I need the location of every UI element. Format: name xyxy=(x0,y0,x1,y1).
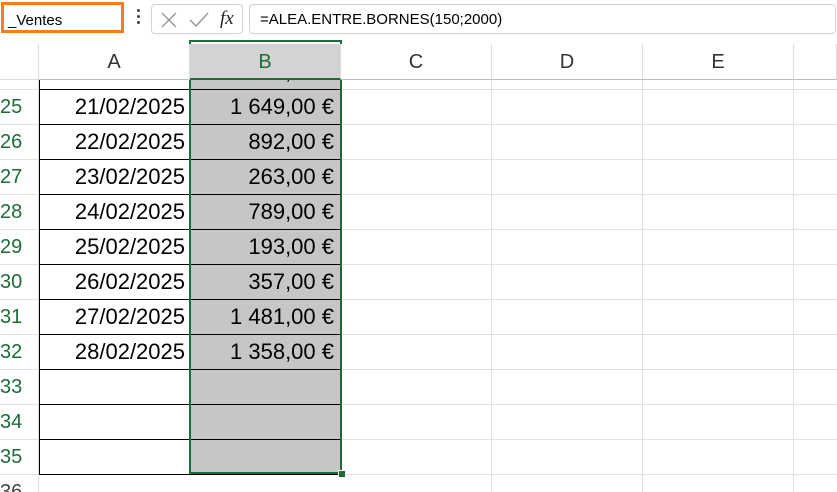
column-header-next[interactable] xyxy=(794,44,837,80)
gridline xyxy=(341,159,837,160)
cell-amount[interactable]: 1 358,00 € xyxy=(190,335,341,370)
gridline xyxy=(491,80,492,492)
row-header[interactable]: 28 xyxy=(0,195,39,230)
gridline xyxy=(341,369,837,370)
cell-amount[interactable]: 193,00 € xyxy=(190,230,341,265)
row-header[interactable]: 25 xyxy=(0,90,39,125)
close-icon[interactable] xyxy=(160,11,178,29)
cell-date[interactable] xyxy=(39,370,190,405)
fill-handle[interactable] xyxy=(338,470,346,478)
row-header[interactable]: 26 xyxy=(0,125,39,160)
column-header-c[interactable]: C xyxy=(341,44,492,80)
gridline xyxy=(793,80,794,492)
insert-function-button[interactable]: fx xyxy=(220,8,234,30)
cell-date[interactable]: 22/02/2025 xyxy=(39,125,190,160)
cell-amount[interactable]: 789,00 € xyxy=(190,195,341,230)
row-header[interactable]: 29 xyxy=(0,230,39,265)
column-header-b[interactable]: B xyxy=(190,44,341,80)
cell-date[interactable] xyxy=(39,440,190,475)
gridline xyxy=(341,124,837,125)
cell-date[interactable]: 23/02/2025 xyxy=(39,160,190,195)
row-header[interactable]: 32 xyxy=(0,335,39,370)
cell-date[interactable]: 27/02/2025 xyxy=(39,300,190,335)
formula-buttons: fx xyxy=(151,4,243,34)
formula-input[interactable]: =ALEA.ENTRE.BORNES(150;2000) xyxy=(249,4,836,34)
gridline xyxy=(341,334,837,335)
gridline xyxy=(341,229,837,230)
cell-amount[interactable]: 1 649,00 € xyxy=(190,90,341,125)
cell-amount[interactable]: 892,00 € xyxy=(190,125,341,160)
cell-amount[interactable] xyxy=(190,370,341,405)
row-header[interactable]: 35 xyxy=(0,440,39,475)
column-header-e[interactable]: E xyxy=(643,44,794,80)
cell-amount[interactable] xyxy=(190,440,341,475)
gridline xyxy=(341,89,837,90)
row-header[interactable]: 36 xyxy=(0,475,39,492)
row-header[interactable]: 27 xyxy=(0,160,39,195)
gridline xyxy=(341,264,837,265)
row-header[interactable]: 30 xyxy=(0,265,39,300)
gridline xyxy=(341,194,837,195)
check-icon[interactable] xyxy=(188,11,210,29)
gridline xyxy=(341,404,837,405)
column-header-d[interactable]: D xyxy=(492,44,643,80)
select-all-corner[interactable] xyxy=(0,44,39,80)
more-options-icon[interactable] xyxy=(131,9,145,31)
name-box[interactable]: _Ventes xyxy=(1,2,124,33)
cell-date[interactable]: 25/02/2025 xyxy=(39,230,190,265)
spreadsheet-grid[interactable]: ABCDE 2420/02/2025494,00 €2521/02/20251 … xyxy=(0,40,837,492)
cell-date[interactable]: 24/02/2025 xyxy=(39,195,190,230)
gridline xyxy=(341,439,837,440)
row-header[interactable]: 34 xyxy=(0,405,39,440)
column-header-a[interactable]: A xyxy=(39,44,190,80)
cell-amount[interactable]: 1 481,00 € xyxy=(190,300,341,335)
cell-date[interactable] xyxy=(39,405,190,440)
gridline xyxy=(341,474,837,475)
gridline xyxy=(642,80,643,492)
cell-date[interactable]: 28/02/2025 xyxy=(39,335,190,370)
cell-amount[interactable] xyxy=(190,405,341,440)
cell-amount[interactable]: 357,00 € xyxy=(190,265,341,300)
cell-date[interactable]: 21/02/2025 xyxy=(39,90,190,125)
row-header[interactable]: 31 xyxy=(0,300,39,335)
cell-amount[interactable]: 263,00 € xyxy=(190,160,341,195)
row-header[interactable]: 33 xyxy=(0,370,39,405)
gridline xyxy=(341,299,837,300)
cell-date[interactable]: 26/02/2025 xyxy=(39,265,190,300)
formula-bar-area: _Ventes fx =ALEA.ENTRE.BORNES(150;2000) xyxy=(0,0,837,40)
